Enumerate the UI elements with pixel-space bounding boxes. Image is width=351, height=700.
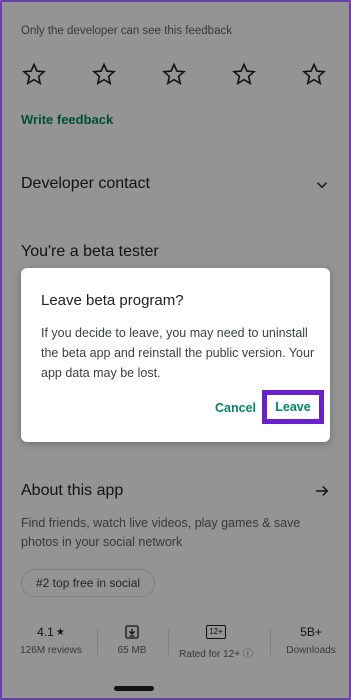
- leave-button-label: Leave: [275, 400, 311, 414]
- cancel-button[interactable]: Cancel: [215, 401, 256, 415]
- leave-button[interactable]: Leave: [262, 390, 324, 424]
- dialog-title: Leave beta program?: [41, 292, 184, 309]
- leave-beta-dialog: Leave beta program? If you decide to lea…: [21, 268, 330, 442]
- dialog-message: If you decide to leave, you may need to …: [41, 326, 315, 380]
